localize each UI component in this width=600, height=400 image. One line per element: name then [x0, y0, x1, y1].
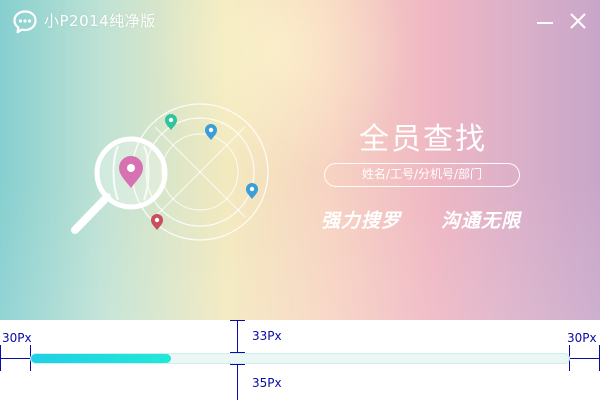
search-hint-pill[interactable]: 姓名/工号/分机号/部门: [324, 163, 520, 187]
chat-bubble-icon: [13, 10, 37, 34]
close-icon[interactable]: [567, 10, 589, 32]
loading-panel: 30Px 30Px 33Px 35Px: [0, 320, 600, 400]
magnifier-map-pin-icon: [71, 103, 269, 241]
dimension-label-left: 30Px: [2, 331, 32, 345]
progress-fill: [31, 354, 171, 363]
minimize-icon[interactable]: [534, 10, 556, 32]
headline: 全员查找: [359, 122, 487, 157]
dimension-label-top: 33Px: [252, 329, 282, 343]
app-title: 小P2014纯净版: [44, 12, 156, 30]
slogan-search: 强力搜罗: [321, 210, 402, 232]
dimension-label-right: 30Px: [567, 331, 597, 345]
splash-background: 小P2014纯净版 全员查找 姓名/工号/分机号/部门 强力搜罗 沟通无限: [0, 0, 600, 320]
dimension-label-bottom: 35Px: [252, 376, 282, 390]
slogan-communication: 沟通无限: [441, 210, 522, 232]
progress-bar: [30, 353, 570, 364]
